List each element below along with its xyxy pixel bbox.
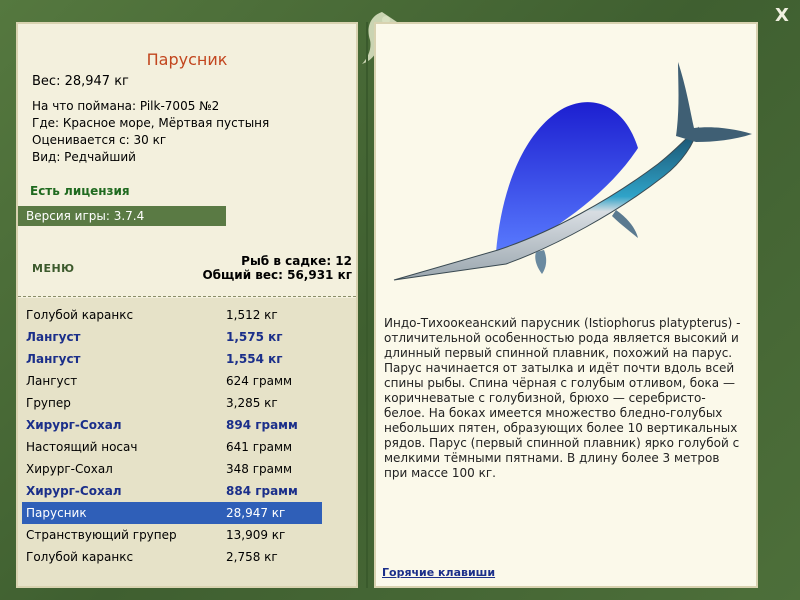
list-item[interactable]: Лангуст 624 грамм — [22, 370, 322, 392]
fish-info-panel: Парусник Вес: 28,947 кг На что поймана: … — [16, 22, 358, 588]
list-item-weight: 2,758 кг — [226, 550, 278, 564]
menu-button[interactable]: МЕНЮ — [32, 262, 75, 275]
list-item-name: Хирург-Сохал — [26, 418, 122, 432]
list-item[interactable]: Хирург-Сохал 348 грамм — [22, 458, 322, 480]
list-item-weight: 624 грамм — [226, 374, 293, 388]
list-item-weight: 641 грамм — [226, 440, 293, 454]
version-bar: Версия игры: 3.7.4 — [18, 206, 226, 226]
cage-total-weight: Общий вес: 56,931 кг — [202, 268, 352, 282]
caught-with: На что поймана: Pilk-7005 №2 — [32, 99, 220, 113]
list-item[interactable]: Групер 3,285 кг — [22, 392, 322, 414]
list-item-weight: 28,947 кг — [226, 506, 286, 520]
dashed-divider — [18, 296, 356, 297]
list-item-name: Лангуст — [26, 352, 81, 366]
list-item-name: Голубой каранкс — [26, 308, 134, 322]
list-item-name: Лангуст — [26, 330, 81, 344]
list-item-name: Голубой каранкс — [26, 550, 134, 564]
license-status: Есть лицензия — [30, 184, 130, 198]
list-item[interactable]: Хирург-Сохал 894 грамм — [22, 414, 322, 436]
hotkeys-link[interactable]: Горячие клавиши — [382, 566, 495, 579]
list-item[interactable]: Настоящий носач 641 грамм — [22, 436, 322, 458]
sailfish-image — [393, 62, 752, 281]
fish-kind: Вид: Редчайший — [32, 150, 136, 164]
fish-preview-panel: Индо-Тихоокеанский парусник (Istiophorus… — [374, 22, 758, 588]
list-item-name: Парусник — [26, 506, 87, 520]
list-item[interactable]: Лангуст 1,575 кг — [22, 326, 322, 348]
caught-where: Где: Красное море, Мёртвая пустыня — [32, 116, 270, 130]
panel-divider — [366, 22, 368, 588]
fish-details: На что поймана: Pilk-7005 №2 Где: Красно… — [32, 98, 269, 166]
list-item[interactable]: Парусник 28,947 кг — [22, 502, 322, 524]
list-item[interactable]: Голубой каранкс 2,758 кг — [22, 546, 322, 568]
list-item[interactable]: Хирург-Сохал 884 грамм — [22, 480, 322, 502]
list-item[interactable]: Голубой каранкс 1,512 кг — [22, 304, 322, 326]
list-item[interactable]: Странствующий групер 13,909 кг — [22, 524, 322, 546]
list-item-weight: 3,285 кг — [226, 396, 278, 410]
list-item-weight: 1,575 кг — [226, 330, 283, 344]
list-item[interactable]: Лангуст 1,554 кг — [22, 348, 322, 370]
fish-list: Голубой каранкс 1,512 кг Лангуст 1,575 кг Ла… — [18, 298, 356, 586]
list-item-name: Странствующий групер — [26, 528, 177, 542]
fish-weight: Вес: 28,947 кг — [32, 74, 129, 89]
fish-description: Индо-Тихоокеанский парусник (Istiophorus… — [384, 316, 741, 480]
cage-summary: Рыб в садке: 12 Общий вес: 56,931 кг — [202, 254, 352, 282]
estimated-from: Оценивается с: 30 кг — [32, 133, 167, 147]
list-item-weight: 1,512 кг — [226, 308, 278, 322]
list-item-name: Групер — [26, 396, 71, 410]
list-item-name: Настоящий носач — [26, 440, 138, 454]
list-item-name: Хирург-Сохал — [26, 484, 122, 498]
list-item-name: Лангуст — [26, 374, 78, 388]
fish-title: Парусник — [146, 50, 228, 69]
list-item-weight: 884 грамм — [226, 484, 298, 498]
cage-count: Рыб в садке: 12 — [241, 254, 352, 268]
list-item-weight: 894 грамм — [226, 418, 298, 432]
list-item-weight: 13,909 кг — [226, 528, 286, 542]
list-item-name: Хирург-Сохал — [26, 462, 113, 476]
list-item-weight: 1,554 кг — [226, 352, 283, 366]
list-item-weight: 348 грамм — [226, 462, 293, 476]
close-button[interactable]: X — [772, 6, 792, 26]
